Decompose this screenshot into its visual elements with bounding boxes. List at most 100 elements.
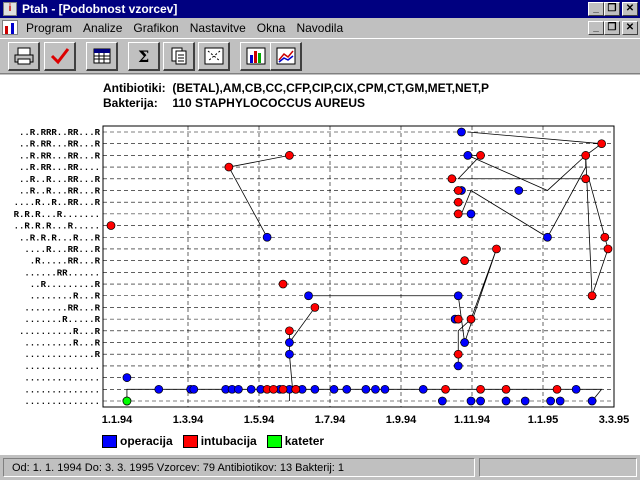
chart-window: Antibiotiki: (BETAL),AM,CB,CC,CFP,CIP,CI… [0,75,640,455]
point-operacija [285,349,294,359]
y-row-label: ..R.........R [30,280,101,290]
point-operacija [310,384,320,394]
status-panel [479,458,637,477]
point-operacija [122,373,132,382]
point-operacija [571,384,581,394]
point-intubacija [453,186,463,195]
bar-chart-button[interactable] [240,42,272,71]
point-intubacija [291,384,301,394]
checkmark-icon [50,48,69,65]
point-operacija [189,384,199,394]
point-intubacija [587,291,597,301]
app-icon[interactable]: i [3,2,17,16]
point-operacija [154,384,164,394]
table-button[interactable] [86,42,118,71]
status-text: Od: 1. 1. 1994 Do: 3. 3. 1995 Vzorcev: 7… [3,458,475,477]
point-operacija [460,338,469,347]
point-operacija [262,232,272,242]
y-row-label: .R.....RR...R [30,257,101,267]
y-row-label: ..........R...R [19,327,101,337]
minimize-button[interactable]: _ [588,2,604,16]
point-intubacija [603,244,613,254]
y-row-label: .......R.....R [24,315,100,325]
sum-button[interactable]: Σ [128,42,160,71]
point-intubacija [492,244,501,254]
sigma-icon: Σ [138,47,149,65]
child-close-button[interactable]: ✕ [622,21,638,35]
document-chart-icon[interactable] [2,20,18,35]
y-row-label: ..R..R...RR...R [19,175,101,185]
check-button[interactable] [44,42,76,71]
point-intubacija [581,151,591,160]
menu-analize[interactable]: Analize [83,21,122,35]
y-row-label: .........R...R [24,339,100,349]
y-row-label: .............. [24,374,100,384]
point-intubacija [106,221,116,230]
y-row-label: ..R.R.R...R...R [19,233,101,243]
menu-program[interactable]: Program [26,21,72,35]
child-minimize-button[interactable]: _ [588,21,604,35]
point-operacija [285,338,294,347]
x-tick-label: 1.1.94 [102,414,133,426]
point-operacija [304,291,313,301]
point-operacija [437,396,447,406]
point-intubacija [278,384,288,394]
x-tick-label: 1.3.94 [173,414,204,426]
child-restore-button[interactable]: ❐ [604,21,620,35]
x-tick-label: 1.5.94 [244,414,275,426]
point-operacija [520,396,530,406]
menu-okna[interactable]: Okna [257,21,286,35]
toolbar: Σ [0,38,640,74]
x-tick-label: 1.7.94 [315,414,346,426]
legend-item-kateter: kateter [266,434,324,448]
point-operacija [457,127,466,137]
point-operacija [476,396,485,406]
calculator-icon [93,48,110,64]
line-chart-icon [276,47,295,65]
line-chart-button[interactable] [270,42,302,71]
window-title: Ptah - [Podobnost vzorcev] [22,2,178,16]
point-intubacija [552,384,562,394]
point-operacija [246,384,256,394]
point-operacija [342,384,352,394]
document-icon [171,47,186,65]
point-operacija [371,384,380,394]
y-row-label: ..R.RR...RR.... [19,163,100,173]
point-operacija [587,396,597,406]
y-row-label: R.R.R...R....... [14,210,100,220]
menu-nastavitve[interactable]: Nastavitve [190,21,246,35]
point-operacija [501,396,511,406]
print-button[interactable] [8,42,40,71]
point-operacija [234,384,243,394]
menu-grafikon[interactable]: Grafikon [133,21,178,35]
point-intubacija [285,151,294,160]
scatter-button[interactable] [198,42,230,71]
point-operacija [514,186,524,195]
y-row-label: ........R...R [30,292,101,302]
point-operacija [361,384,371,394]
similarity-chart: ..R.RRR..RR...R..R.RR...RR...R..R.RR...R… [14,125,629,426]
y-row-label: ..R.R.R...R..... [14,222,100,232]
legend-swatch [102,434,117,448]
y-row-label: ......RR...... [24,268,100,278]
point-intubacija [597,139,606,149]
close-button[interactable]: ✕ [622,2,638,16]
point-intubacija [441,384,450,394]
point-operacija [418,384,428,394]
point-intubacija [476,384,485,394]
point-operacija [466,209,476,219]
menu-navodila[interactable]: Navodila [296,21,343,35]
plot-frame [102,125,615,408]
point-intubacija [269,384,278,394]
x-tick-label: 1.11.94 [454,414,491,426]
point-intubacija [453,209,463,219]
point-operacija [463,151,473,160]
bar-chart-icon [246,47,265,65]
restore-button[interactable]: ❐ [604,2,620,16]
point-operacija [453,361,463,371]
point-intubacija [447,174,457,184]
point-operacija [453,291,463,301]
document-button[interactable] [163,42,195,71]
y-row-label: ..R.RR...RR...R [19,140,101,150]
legend-item-intubacija: intubacija [182,434,257,448]
